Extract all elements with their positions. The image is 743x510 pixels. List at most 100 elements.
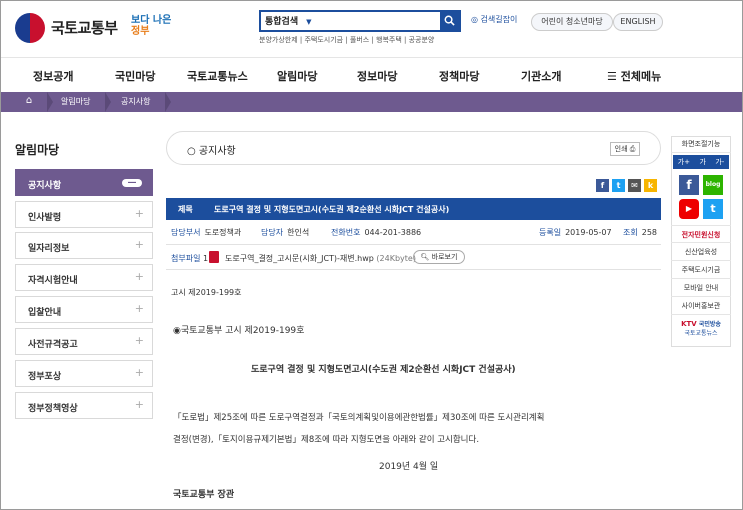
search-button[interactable] xyxy=(440,12,459,30)
hwp-file-icon xyxy=(209,251,219,263)
print-button[interactable]: 인쇄 ⎙ xyxy=(610,142,640,156)
plus-icon: + xyxy=(134,366,144,379)
page-title-text: 공지사항 xyxy=(198,146,236,157)
caret-down-icon: ▼ xyxy=(306,18,312,26)
body-signature: 국토교통부 장관 xyxy=(173,490,235,500)
search-icon xyxy=(444,15,455,26)
gnb-item-news[interactable]: 국토교통뉴스 xyxy=(187,68,248,84)
body-title: 도로구역 결정 및 지형도면고시(수도권 제2순환선 시화JCT 건설공사) xyxy=(251,365,516,375)
site-logo-text[interactable]: 국토교통부 xyxy=(51,17,118,38)
circle-bullet-icon: ○ xyxy=(187,146,196,157)
views-label: 조회 xyxy=(623,228,638,237)
gnb-item-about[interactable]: 기관소개 xyxy=(521,68,561,84)
plus-icon: + xyxy=(134,270,144,283)
zoom-in-button[interactable]: 가+ xyxy=(678,157,690,167)
home-icon[interactable]: ⌂ xyxy=(15,95,43,109)
lnb-item-exam[interactable]: 자격시험안내 + xyxy=(15,264,153,291)
all-menu-label: 전체메뉴 xyxy=(620,70,662,83)
facebook-icon[interactable]: f xyxy=(679,175,699,195)
lnb-item-label: 정부정책영상 xyxy=(28,404,78,414)
slogan-line2: 정부 xyxy=(131,26,150,37)
cyber-pr-link[interactable]: 사이버홍보관 xyxy=(671,297,731,315)
kids-site-link[interactable]: 어린이 청소년마당 xyxy=(531,13,613,31)
kakaostory-share-icon[interactable]: k xyxy=(644,179,657,192)
print-label: 인쇄 xyxy=(614,145,628,153)
search-category-label: 통합검색 xyxy=(265,17,299,27)
ktv-news-link[interactable]: KTV 국민방송 국토교통뉴스 xyxy=(673,319,729,343)
facebook-share-icon[interactable]: f xyxy=(596,179,609,192)
attachment-label: 첨부파일 xyxy=(171,254,201,263)
breadcrumb-separator xyxy=(165,92,171,112)
breadcrumb-current[interactable]: 공지사항 xyxy=(121,96,150,107)
popular-keywords[interactable]: 분양가상한제 | 주택도시기금 | 풀버스 | 행복주택 | 공공분양 xyxy=(259,35,434,45)
twitter-share-icon[interactable]: t xyxy=(612,179,625,192)
lnb-item-video[interactable]: 정부정책영상 + xyxy=(15,392,153,419)
divider xyxy=(166,269,661,270)
lnb-item-jobs[interactable]: 일자리정보 + xyxy=(15,232,153,259)
plus-icon: + xyxy=(134,207,144,220)
attachment-count: 1 xyxy=(203,254,209,263)
government-slogan[interactable]: 보다 나은 정부 xyxy=(131,15,171,37)
lnb-item-bid[interactable]: 입찰안내 + xyxy=(15,296,153,323)
lnb-item-award[interactable]: 정부포상 + xyxy=(15,360,153,387)
twitter-icon[interactable]: t xyxy=(703,199,723,219)
attachment-link[interactable]: 도로구역_결정_고시문(시화_JCT)-재변.hwp (24Kbyte) xyxy=(225,253,416,264)
all-menu-button[interactable]: ☰ 전체메뉴 xyxy=(607,68,661,84)
phone-value: 044-201-3886 xyxy=(364,228,422,237)
new-industry-link[interactable]: 신산업육성 xyxy=(671,243,731,261)
ktv-logo: KTV 국민방송 xyxy=(673,319,729,328)
ktv-news-label: 국토교통뉴스 xyxy=(684,330,718,337)
blog-icon[interactable]: blog xyxy=(703,175,723,195)
person-value: 한인석 xyxy=(287,228,310,237)
gnb-item-policy[interactable]: 정책마당 xyxy=(439,68,479,84)
phone-field: 전화번호 044-201-3886 xyxy=(331,227,421,238)
lnb-item-label: 공지사항 xyxy=(28,181,62,191)
taegeuk-logo-icon[interactable] xyxy=(15,13,45,43)
body-paragraph-line1: 「도로법」제25조에 따른 도로구역결정과「국토의계획및이용에관한법률」제30조… xyxy=(173,413,545,423)
attachment-size: (24Kbyte) xyxy=(376,254,416,263)
page-title: ○ 공지사항 xyxy=(187,142,236,157)
zoom-controls: 가+ 가 가- xyxy=(673,155,729,169)
printer-icon: ⎙ xyxy=(629,145,636,153)
body-paragraph-line2: 결정(변경),「토지이용규제기본법」제8조에 따라 지형도면을 아래와 같이 고… xyxy=(173,435,480,445)
housing-fund-link[interactable]: 주택도시기금 xyxy=(671,261,731,279)
gnb-item-citizen[interactable]: 국민마당 xyxy=(115,68,155,84)
views-value: 258 xyxy=(641,228,658,237)
search-guide-link[interactable]: ◎ 검색길잡이 xyxy=(471,14,517,25)
phone-label: 전화번호 xyxy=(331,228,361,237)
gnb-item-open-info[interactable]: 정보공개 xyxy=(33,68,73,84)
lnb-item-notice[interactable]: 공지사항 — xyxy=(15,169,153,196)
date-label: 등록일 xyxy=(539,228,562,237)
preview-button[interactable]: 🔍︎ 바로보기 xyxy=(413,250,465,264)
page-title-box: ○ 공지사항 인쇄 ⎙ xyxy=(166,131,661,165)
breadcrumb-item[interactable]: 알림마당 xyxy=(61,96,90,107)
guide-icon: ◎ xyxy=(471,15,478,24)
breadcrumb-separator xyxy=(105,92,111,112)
attachment-filename: 도로구역_결정_고시문(시화_JCT)-재변.hwp xyxy=(225,254,374,263)
gnb-item-notice[interactable]: 알림마당 xyxy=(277,68,317,84)
post-title-label: 제목 xyxy=(178,205,193,214)
ktv-sub-text: 국민방송 xyxy=(698,321,721,328)
notice-number: 고시 제2019-199호 xyxy=(171,288,242,297)
lnb-item-label: 사전규격공고 xyxy=(28,340,78,350)
global-nav: 정보공개 국민마당 국토교통뉴스 알림마당 정보마당 정책마당 기관소개 ☰ 전… xyxy=(1,57,742,92)
gnb-item-info[interactable]: 정보마당 xyxy=(357,68,397,84)
e-civil-link[interactable]: 전자민원신청 xyxy=(671,225,731,243)
breadcrumb-separator xyxy=(47,92,53,112)
minus-icon: — xyxy=(122,179,142,188)
lnb-item-personnel[interactable]: 인사발령 + xyxy=(15,201,153,228)
plus-icon: + xyxy=(134,238,144,251)
english-site-link[interactable]: ENGLISH xyxy=(613,13,663,31)
lnb-item-label: 입찰안내 xyxy=(28,308,62,318)
person-field: 담당자 한인석 xyxy=(261,227,309,238)
email-share-icon[interactable]: ✉ xyxy=(628,179,641,192)
mobile-guide-link[interactable]: 모바일 안내 xyxy=(671,279,731,297)
zoom-out-button[interactable]: 가- xyxy=(715,157,724,167)
plus-icon: + xyxy=(134,398,144,411)
youtube-icon[interactable]: ▶ xyxy=(679,199,699,219)
zoom-reset-button[interactable]: 가 xyxy=(699,157,705,167)
hamburger-icon: ☰ xyxy=(607,70,617,83)
plus-icon: + xyxy=(134,302,144,315)
lnb-item-prespec[interactable]: 사전규격공고 + xyxy=(15,328,153,355)
search-category-select[interactable]: 통합검색 ▼ xyxy=(265,14,312,27)
